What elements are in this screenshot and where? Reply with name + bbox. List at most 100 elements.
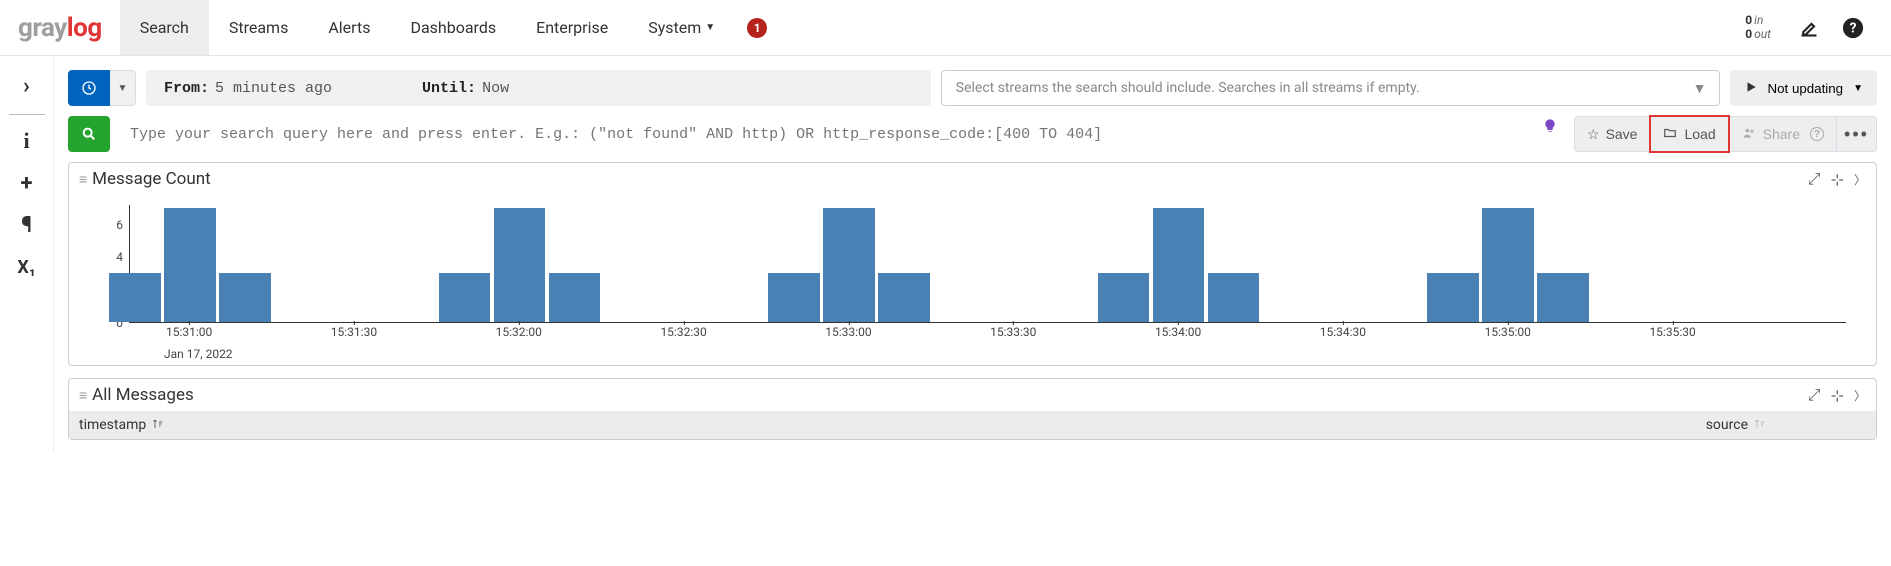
chart-date-label: Jan 17, 2022 (99, 347, 1846, 361)
edit-icon[interactable] (1795, 14, 1823, 42)
bar (1098, 273, 1149, 322)
y-tick: 6 (116, 218, 123, 232)
folder-icon (1662, 126, 1678, 143)
share-button[interactable]: Share ? (1729, 116, 1837, 152)
caret-down-icon: ▼ (1693, 80, 1707, 97)
panel-message-count: ≡ Message Count ⤢ ⊹ 〉 0246 15:31:0015:31… (68, 162, 1877, 366)
nav-enterprise[interactable]: Enterprise (516, 0, 628, 55)
chevron-down-icon[interactable]: 〉 (1854, 387, 1866, 404)
io-stats: 0in 0out (1745, 14, 1771, 40)
panel-title: All Messages (92, 385, 1798, 405)
caret-down-icon: ▼ (118, 83, 128, 94)
x-axis: 15:31:00 15:31:30 15:32:00 15:32:30 15:33:00… (129, 323, 1846, 345)
top-nav: graylog Search Streams Alerts Dashboards… (0, 0, 1891, 56)
sidebar-variable[interactable]: X₁ (9, 249, 45, 285)
sidebar-expand[interactable]: › (9, 68, 45, 104)
bar (494, 208, 545, 322)
x-tick: 15:34:00 (1155, 325, 1201, 339)
logo-part1: gray (18, 13, 67, 43)
sort-icon (1754, 418, 1766, 433)
time-picker-button[interactable] (68, 70, 110, 106)
nav-alerts[interactable]: Alerts (308, 0, 390, 55)
sidebar-paragraph[interactable]: ¶ (9, 207, 45, 243)
bar (768, 273, 819, 322)
chart: 0246 15:31:0015:31:3015:32:0015:32:3015:… (99, 205, 1846, 345)
x-tick: 15:35:00 (1485, 325, 1531, 339)
from-value: 5 minutes ago (215, 80, 332, 97)
clock-icon (81, 79, 97, 97)
drag-handle-icon[interactable]: ≡ (79, 171, 84, 188)
save-button[interactable]: ☆ Save (1574, 116, 1650, 152)
fullscreen-icon[interactable]: ⤢ (1808, 385, 1821, 405)
help-small-icon: ? (1810, 127, 1824, 141)
nav-streams[interactable]: Streams (209, 0, 308, 55)
x-tick: 15:35:30 (1649, 325, 1695, 339)
bar (549, 273, 600, 322)
x-tick: 15:31:30 (331, 325, 377, 339)
play-icon (1744, 80, 1758, 97)
x-tick: 15:34:30 (1320, 325, 1366, 339)
search-icon (81, 126, 97, 142)
plot-area (129, 205, 1846, 323)
search-toolbar: ☆ Save Load Share ? ••• (1574, 116, 1877, 152)
x-tick: 15:31:00 (166, 325, 212, 339)
bar (1537, 273, 1588, 322)
nav-dashboards[interactable]: Dashboards (390, 0, 516, 55)
help-icon[interactable]: ? (1839, 14, 1867, 42)
x-sub-icon: X₁ (17, 257, 35, 278)
query-input[interactable] (120, 116, 1532, 152)
streams-select[interactable]: Select streams the search should include… (941, 70, 1720, 106)
drag-handle-icon[interactable]: ≡ (79, 387, 84, 404)
bar (1427, 273, 1478, 322)
y-tick: 4 (116, 250, 123, 264)
bar (164, 208, 215, 322)
pilcrow-icon: ¶ (21, 213, 32, 238)
panel-title: Message Count (92, 169, 1798, 189)
ellipsis-icon: ••• (1844, 124, 1869, 145)
time-picker-dropdown[interactable]: ▼ (110, 70, 136, 106)
x-tick: 15:32:00 (496, 325, 542, 339)
notification-badge[interactable]: 1 (747, 18, 767, 38)
run-search-button[interactable] (68, 116, 110, 152)
share-icon (1741, 126, 1757, 143)
chevron-right-icon: › (23, 74, 30, 99)
svg-text:?: ? (1850, 20, 1857, 36)
nav-search[interactable]: Search (120, 0, 209, 55)
bar (439, 273, 490, 322)
plus-icon: + (21, 171, 33, 196)
streams-placeholder: Select streams the search should include… (956, 80, 1420, 96)
bar (109, 273, 160, 322)
hint-icon[interactable] (1542, 116, 1558, 152)
load-button[interactable]: Load (1650, 116, 1728, 152)
x-tick: 15:33:00 (825, 325, 871, 339)
column-timestamp[interactable]: timestamp (79, 417, 164, 433)
update-label: Not updating (1768, 81, 1844, 96)
chevron-down-icon[interactable]: 〉 (1854, 171, 1866, 188)
column-source[interactable]: source (1706, 417, 1766, 433)
until-value: Now (482, 80, 509, 97)
sidebar-info[interactable]: i (9, 123, 45, 159)
time-picker-button-group: ▼ (68, 70, 136, 106)
sidebar-separator (9, 114, 45, 115)
star-icon: ☆ (1587, 126, 1600, 143)
x-tick: 15:32:30 (660, 325, 706, 339)
caret-down-icon: ▼ (705, 22, 715, 33)
info-icon: i (23, 128, 29, 154)
caret-down-icon: ▼ (1853, 83, 1863, 94)
from-label: From: (164, 80, 209, 97)
logo: graylog (0, 0, 120, 55)
bar (823, 208, 874, 322)
bar (219, 273, 270, 322)
fullscreen-icon[interactable]: ⤢ (1808, 169, 1821, 189)
collapse-grid-icon[interactable]: ⊹ (1831, 170, 1844, 189)
sidebar-add[interactable]: + (9, 165, 45, 201)
sidebar: › i + ¶ X₁ (0, 56, 54, 452)
nav-system[interactable]: System ▼ (628, 0, 735, 55)
update-button[interactable]: Not updating ▼ (1730, 70, 1878, 106)
logo-part2: log (67, 13, 102, 43)
collapse-grid-icon[interactable]: ⊹ (1831, 386, 1844, 405)
x-tick: 15:33:30 (990, 325, 1036, 339)
time-range-bar[interactable]: From: 5 minutes ago Until: Now (146, 70, 931, 106)
bar (1153, 208, 1204, 322)
more-button[interactable]: ••• (1837, 116, 1877, 152)
